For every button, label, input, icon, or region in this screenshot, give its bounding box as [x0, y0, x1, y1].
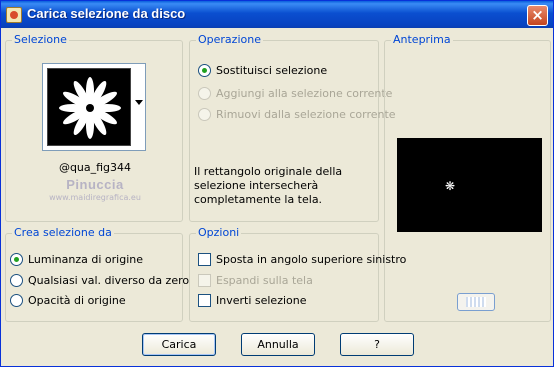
radio-indicator[interactable]	[10, 294, 23, 307]
checkbox-indicator	[198, 274, 211, 287]
watermark-author: Pinuccia	[66, 177, 124, 192]
create-from-group-label: Crea selezione da	[12, 226, 114, 239]
flower-shape-icon: ❋	[445, 179, 456, 193]
flower-shape-icon	[59, 77, 121, 139]
operation-info-text: Il rettangolo originale della selezione …	[194, 165, 343, 206]
close-button[interactable]: ×	[527, 5, 548, 26]
preview-group: Anteprima ❋	[384, 33, 551, 322]
options-group: Opzioni Sposta in angolo superiore sinis…	[189, 226, 406, 322]
checkbox-label: Sposta in angolo superiore sinistro	[216, 253, 407, 266]
dropdown-arrow-icon[interactable]	[135, 100, 143, 105]
selection-file-name: @qua_fig344	[58, 161, 132, 174]
selection-thumbnail	[47, 68, 131, 146]
title-bar[interactable]: Carica selezione da disco ×	[1, 1, 553, 28]
radio-label: Aggiungi alla selezione corrente	[216, 87, 393, 100]
radio-label: Luminanza di origine	[28, 253, 143, 266]
radio-indicator	[198, 108, 211, 121]
checkbox-label: Espandi sulla tela	[216, 274, 313, 287]
radio-indicator[interactable]	[10, 253, 23, 266]
selection-group-label: Selezione	[12, 33, 69, 46]
window-title: Carica selezione da disco	[27, 6, 186, 21]
selection-thumbnail-picker[interactable]	[42, 63, 146, 151]
options-group-label: Opzioni	[196, 226, 242, 239]
load-button[interactable]: Carica	[142, 333, 216, 356]
dialog-window: Carica selezione da disco × Selezione @q…	[0, 0, 554, 367]
selection-group: Selezione @qua_fig344 Pinuccia www.maidi…	[5, 33, 183, 222]
help-button[interactable]: ?	[340, 333, 414, 356]
radio-label: Qualsiasi val. diverso da zero	[28, 274, 190, 287]
preview-zoom-button[interactable]	[457, 293, 495, 311]
create-from-group: Crea selezione da Luminanza di origine Q…	[5, 226, 189, 322]
operation-group-label: Operazione	[196, 33, 263, 46]
radio-label: Rimuovi dalla selezione corrente	[216, 108, 396, 121]
operation-group: Operazione Sostituisci selezione Aggiung…	[189, 33, 396, 222]
radio-indicator[interactable]	[10, 274, 23, 287]
radio-indicator	[198, 87, 211, 100]
radio-label: Sostituisci selezione	[216, 64, 328, 77]
radio-indicator[interactable]	[198, 64, 211, 77]
checkbox-label: Inverti selezione	[216, 294, 307, 307]
checkbox-indicator[interactable]	[198, 294, 211, 307]
radio-label: Opacità di origine	[28, 294, 126, 307]
checkbox-indicator[interactable]	[198, 253, 211, 266]
preview-group-label: Anteprima	[391, 33, 453, 46]
preview-canvas: ❋	[397, 138, 542, 232]
cancel-button[interactable]: Annulla	[241, 333, 315, 356]
app-icon	[6, 7, 22, 23]
watermark-url: www.maidiregrafica.eu	[49, 193, 141, 202]
zoom-pattern-icon	[466, 297, 486, 307]
